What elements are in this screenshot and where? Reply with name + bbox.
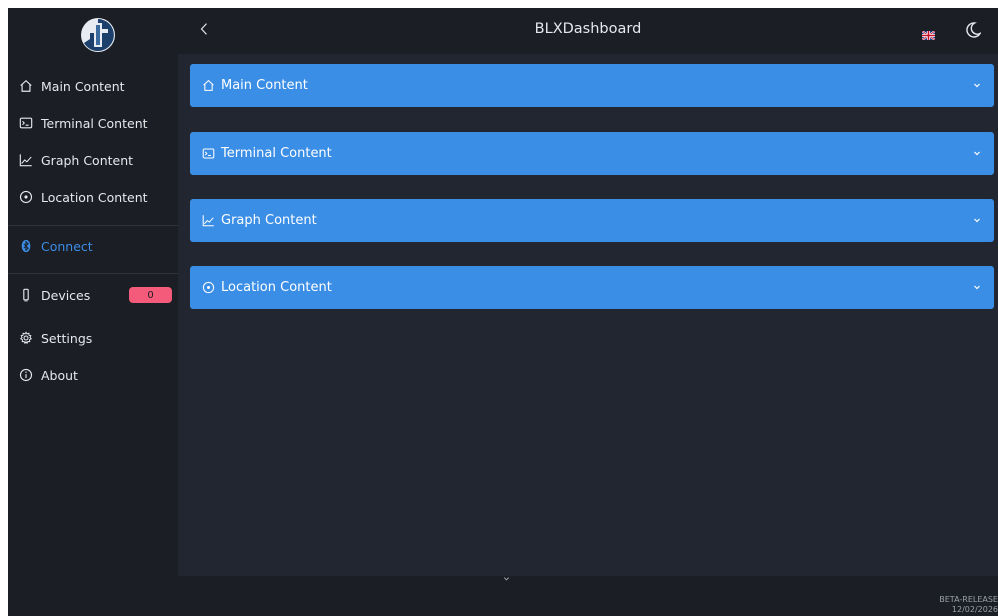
accordion-graph-content[interactable]: Graph Content [190,199,994,242]
chevron-down-icon [972,147,982,157]
info-icon [18,367,34,383]
sidebar-item-label: Connect [41,238,93,254]
sidebar-item-terminal-content[interactable]: Terminal Content [8,107,178,139]
version-release: BETA-RELEASE [939,595,998,604]
location-icon [18,189,34,205]
graph-icon [18,152,34,168]
chevron-down-icon [502,568,511,587]
home-icon [18,78,34,94]
sidebar-item-label: Devices [41,287,91,303]
bluetooth-icon [18,238,34,254]
location-icon [202,281,216,295]
accordion-label: Main Content [221,78,308,93]
accordion-location-content[interactable]: Location Content [190,266,994,309]
language-button[interactable] [921,25,936,41]
graph-icon [202,214,216,228]
gear-icon [18,330,34,346]
accordion-label: Terminal Content [221,146,332,161]
sidebar-item-devices[interactable]: Devices 0 [8,279,178,311]
device-icon [18,287,34,303]
sidebar-item-graph-content[interactable]: Graph Content [8,144,178,176]
sidebar-item-location-content[interactable]: Location Content [8,181,178,213]
terminal-icon [202,147,216,161]
uk-flag-icon [921,25,936,44]
sidebar-divider [8,225,178,226]
app-title: BLXDashboard [534,21,642,37]
sidebar-item-about[interactable]: About [8,359,178,391]
app-logo[interactable] [80,17,116,53]
sidebar-item-main-content[interactable]: Main Content [8,70,178,102]
chevron-down-icon [972,79,982,89]
main-content-area: Main Content Terminal Content Graph Cont… [178,54,998,576]
chevron-down-icon [972,281,982,291]
theme-toggle-button[interactable] [965,21,982,39]
sidebar-item-label: About [41,367,78,383]
sidebar-item-settings[interactable]: Settings [8,322,178,354]
sidebar-item-connect[interactable]: Connect [8,230,178,262]
version-label: BETA-RELEASE 12/02/2026 [938,595,998,615]
app-window: Main Content Terminal Content Graph Cont… [8,8,998,616]
chevron-down-icon [972,214,982,224]
accordion-main-content[interactable]: Main Content [190,64,994,107]
version-date: 12/02/2026 [951,605,998,614]
sidebar-item-label: Main Content [41,78,125,94]
home-icon [202,79,216,93]
accordion-label: Location Content [221,280,332,295]
moon-icon [965,22,982,43]
sidebar-item-label: Terminal Content [41,115,148,131]
sidebar-divider [8,273,178,274]
sidebar-item-label: Settings [41,330,93,346]
accordion-terminal-content[interactable]: Terminal Content [190,132,994,175]
scroll-down-button[interactable] [498,570,514,584]
sidebar: Main Content Terminal Content Graph Cont… [8,8,178,576]
accordion-label: Graph Content [221,213,317,228]
top-bar: BLXDashboard [178,8,998,54]
sidebar-item-label: Location Content [41,189,148,205]
devices-count-badge: 0 [129,287,172,303]
sidebar-item-label: Graph Content [41,152,134,168]
terminal-icon [18,115,34,131]
